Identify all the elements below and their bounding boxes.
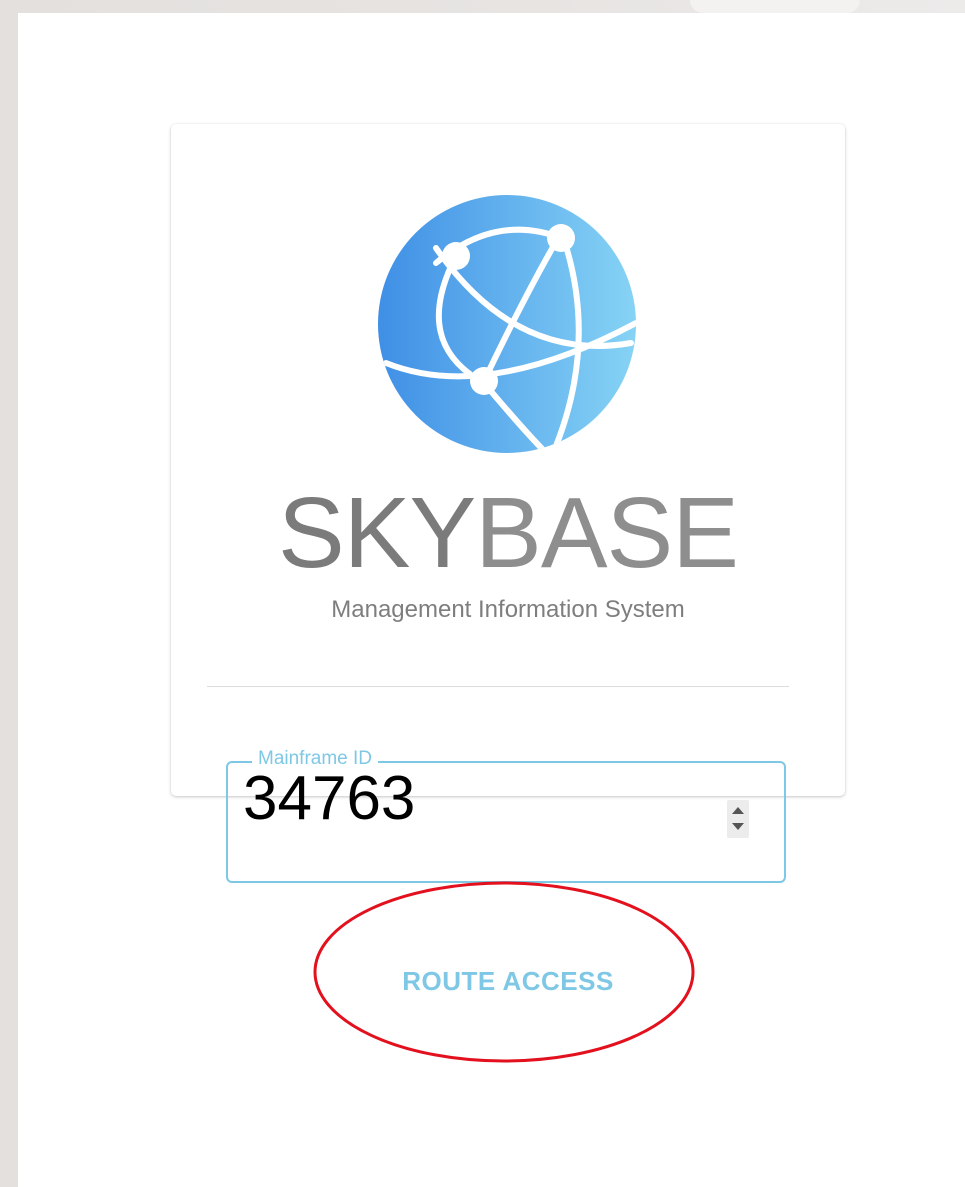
window-top-tab [690, 0, 860, 13]
mainframe-id-input[interactable] [243, 765, 703, 833]
brand-name-bold: BASE [475, 477, 739, 589]
brand-tagline: Management Information System [331, 596, 685, 623]
decrement-arrow-icon[interactable] [732, 823, 744, 830]
increment-arrow-icon[interactable] [732, 807, 744, 814]
annotation-circle [313, 881, 695, 1063]
brand-wordmark: SKYBASE [268, 483, 748, 583]
divider [207, 686, 789, 687]
brand-name-light: SKY [278, 477, 476, 589]
number-stepper[interactable] [727, 800, 749, 838]
window-top-edge [0, 0, 965, 13]
globe-network-icon [378, 195, 636, 453]
window-left-edge [0, 0, 18, 1187]
